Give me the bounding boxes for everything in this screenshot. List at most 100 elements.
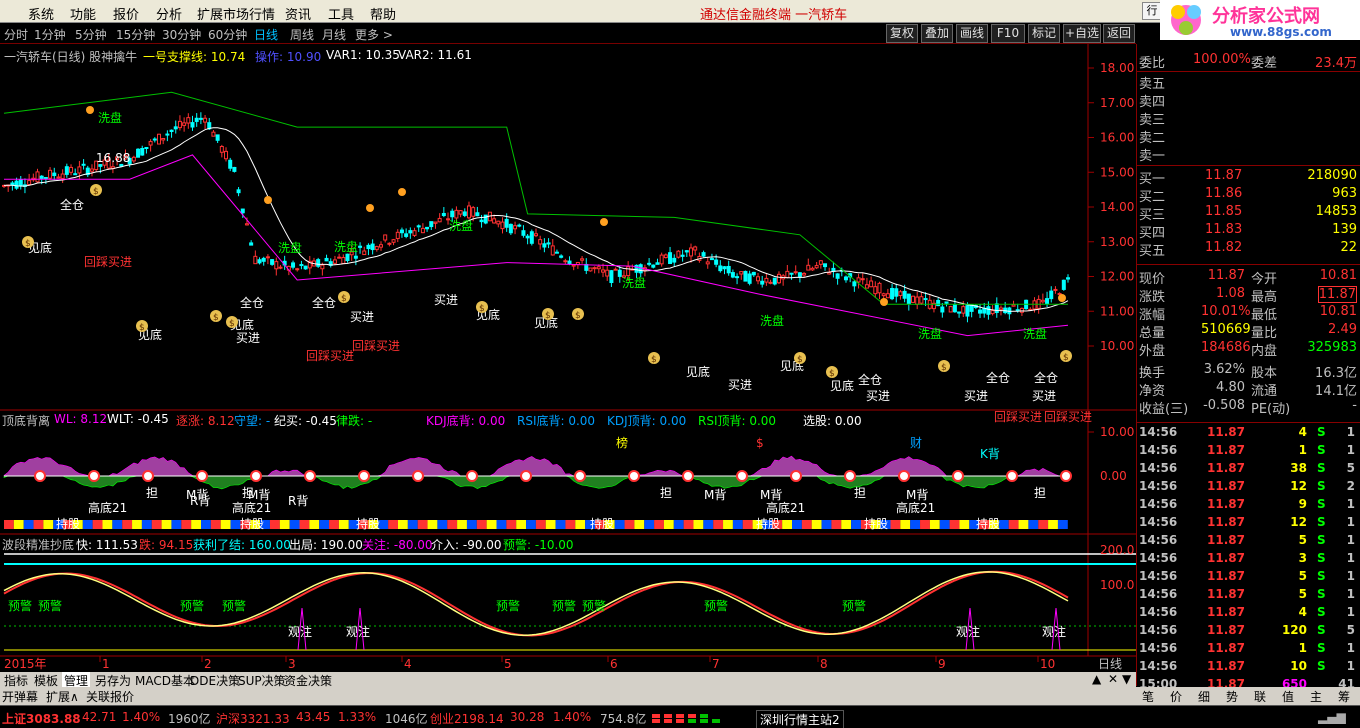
back-button[interactable]: 返回 (1103, 24, 1135, 43)
menu-quote[interactable]: 报价 (113, 4, 139, 23)
candle-body (776, 273, 781, 284)
tab-close[interactable]: ✕ (1106, 672, 1120, 686)
candle-body (1011, 304, 1016, 307)
menu-info[interactable]: 资讯 (285, 4, 311, 23)
period-15min[interactable]: 15分钟 (116, 26, 155, 43)
dan-label: 担 (660, 486, 672, 500)
rtab-jia[interactable]: 价 (1170, 688, 1182, 705)
month-label: 7 (712, 657, 720, 671)
period-1min[interactable]: 1分钟 (34, 26, 66, 43)
chart-area[interactable]: 洗盘洗盘 洗盘洗盘洗盘洗盘洗盘 洗盘全仓全仓 全仓全仓 全仓 全仓见底见底见底见底见底见底… (0, 44, 1136, 672)
candle-body (261, 257, 266, 262)
m-divergence-label: M背 (906, 488, 928, 502)
dollar-marker: $ (756, 436, 764, 450)
sell2-row[interactable]: 卖二 (1137, 127, 1360, 146)
signal-strip-cell (545, 520, 556, 529)
signal-strip-cell (782, 520, 792, 529)
tick-row: 14:56 11.87 5 S 1 (1139, 533, 1355, 547)
candle-body (998, 307, 1003, 311)
tab-expand[interactable]: 扩展∧ (46, 688, 79, 705)
signal-dot (682, 470, 694, 482)
menu-tools[interactable]: 工具 (328, 4, 354, 23)
price-axis-label: 14.00 (1100, 200, 1134, 214)
wash-label: 洗盘 (278, 240, 302, 255)
rtab-shi[interactable]: 势 (1226, 688, 1238, 705)
candle-body (144, 146, 149, 149)
buy-row[interactable]: 买一 11.87 218090 (1137, 168, 1360, 187)
candle-body (659, 254, 664, 265)
mark-button[interactable]: 标记 (1028, 24, 1060, 43)
candle-body (483, 214, 488, 224)
site-logo: 分析家公式网 www.88gs.com (1160, 0, 1360, 40)
rtab-xi[interactable]: 细 (1198, 688, 1210, 705)
period-fenshi[interactable]: 分时 (4, 26, 28, 43)
candle-body (982, 307, 987, 314)
period-60min[interactable]: 60分钟 (208, 26, 247, 43)
candle-body (270, 259, 275, 265)
buy-row[interactable]: 买三 11.85 14853 (1137, 204, 1360, 223)
period-more[interactable]: 更多 > (355, 26, 393, 43)
signal-strip-cell (654, 520, 664, 529)
menu-analysis[interactable]: 分析 (156, 4, 182, 23)
sell1-row[interactable]: 卖一 (1137, 145, 1360, 164)
overlay-button[interactable]: 叠加 (921, 24, 953, 43)
menu-system[interactable]: 系统 (28, 4, 54, 23)
buy-signal-label: 买进 (964, 389, 988, 403)
signal-strip-cell (1028, 520, 1039, 529)
warning-label: 预警 (38, 598, 62, 613)
period-5min[interactable]: 5分钟 (75, 26, 107, 43)
m-divergence-label: M背 (760, 488, 782, 502)
signal-strip-cell (998, 520, 1009, 529)
warning-label: 预警 (180, 598, 204, 613)
rtab-bi[interactable]: 笔 (1142, 688, 1154, 705)
candle-body (60, 173, 65, 179)
pullback-buy-label: 回踩买进 (84, 255, 132, 269)
period-30min[interactable]: 30分钟 (162, 26, 201, 43)
buy-row[interactable]: 买五 11.82 22 (1137, 240, 1360, 259)
tab-danmu[interactable]: 开弹幕 (2, 688, 38, 705)
signal-strip-cell (210, 520, 221, 529)
status-site[interactable]: 深圳行情主站2 (756, 710, 844, 728)
period-month[interactable]: 月线 (322, 26, 346, 43)
tab-related[interactable]: 关联报价 (86, 688, 134, 705)
period-day[interactable]: 日线 (254, 26, 278, 43)
sell4-row[interactable]: 卖四 (1137, 91, 1360, 110)
buy-row[interactable]: 买四 11.83 139 (1137, 222, 1360, 241)
full-position-label: 全仓 (240, 295, 264, 310)
candle-body (546, 242, 551, 245)
rtab-zhu[interactable]: 主 (1310, 688, 1322, 705)
menu-ext-market[interactable]: 扩展市场行情 (197, 4, 275, 23)
tab-arrow-left[interactable]: ▲ (1090, 672, 1103, 686)
signal-strip-cell (457, 520, 467, 529)
hold-label: 持股 (590, 516, 614, 531)
pullback-buy-label: 回踩买进 (994, 410, 1042, 424)
candle-body (492, 218, 497, 224)
candle-body (420, 227, 425, 234)
f10-button[interactable]: F10 (991, 24, 1025, 43)
rtab-chou[interactable]: 筹 (1338, 688, 1350, 705)
tab-arrow-right[interactable]: ▼ (1120, 672, 1133, 686)
rtab-lian[interactable]: 联 (1254, 688, 1266, 705)
ind2-title[interactable]: 波段精准抄底 (2, 536, 74, 553)
candle-body (454, 209, 459, 219)
sell5-row[interactable]: 卖五 (1137, 73, 1360, 92)
add-favorite-button[interactable]: +自选 (1063, 24, 1101, 43)
market-button[interactable]: 行 (1142, 2, 1162, 20)
signal-dot (304, 470, 316, 482)
buy-row[interactable]: 买二 11.86 963 (1137, 186, 1360, 205)
ind1-title[interactable]: 顶底背离 (2, 412, 50, 429)
candle-body (747, 273, 752, 284)
candle-body (957, 311, 962, 314)
rtab-zhi[interactable]: 值 (1282, 688, 1294, 705)
menu-help[interactable]: 帮助 (370, 4, 396, 23)
fuquan-button[interactable]: 复权 (886, 24, 918, 43)
period-week[interactable]: 周线 (290, 26, 314, 43)
draw-button[interactable]: 画线 (956, 24, 988, 43)
runner-icon (880, 298, 888, 306)
candle-body (152, 138, 157, 141)
sell3-row[interactable]: 卖三 (1137, 109, 1360, 128)
candle-body (684, 250, 689, 253)
var2-label: VAR2: 11.61 (398, 48, 472, 62)
quote-panel: 委比 100.00% 委差 23.4万 卖五 卖四 卖三 卖二 卖一 买一 11.… (1136, 44, 1360, 691)
menu-function[interactable]: 功能 (70, 4, 96, 23)
